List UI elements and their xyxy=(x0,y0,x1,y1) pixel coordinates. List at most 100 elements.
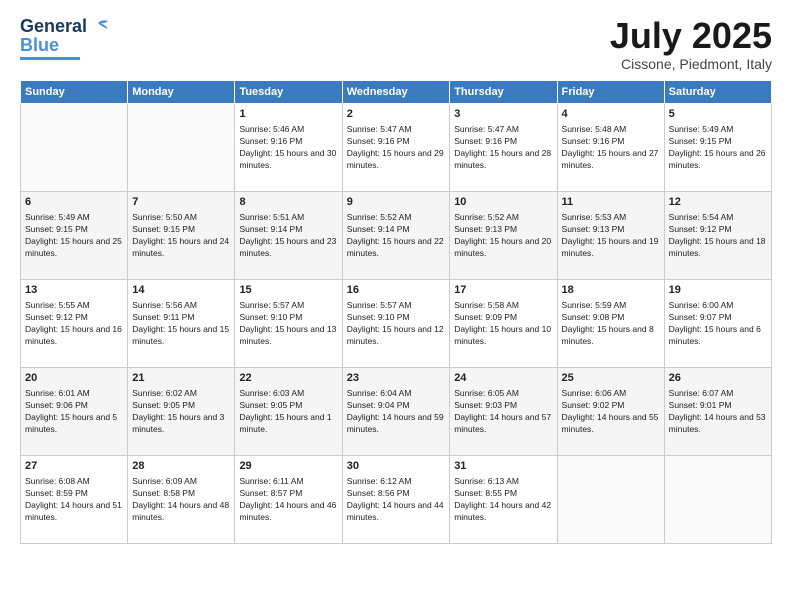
day-number: 7 xyxy=(132,195,230,210)
sunset-text: Sunset: 9:12 PM xyxy=(25,312,123,324)
calendar-cell xyxy=(21,103,128,191)
sunrise-text: Sunrise: 5:46 AM xyxy=(239,124,337,136)
day-number: 15 xyxy=(239,283,337,298)
day-number: 11 xyxy=(562,195,660,210)
calendar-cell: 17Sunrise: 5:58 AMSunset: 9:09 PMDayligh… xyxy=(450,279,557,367)
calendar-cell xyxy=(557,455,664,543)
daylight-text: Daylight: 15 hours and 18 minutes. xyxy=(669,236,767,260)
calendar-cell: 21Sunrise: 6:02 AMSunset: 9:05 PMDayligh… xyxy=(128,367,235,455)
daylight-text: Daylight: 14 hours and 42 minutes. xyxy=(454,500,552,524)
day-number: 18 xyxy=(562,283,660,298)
sunrise-text: Sunrise: 5:47 AM xyxy=(347,124,445,136)
header-saturday: Saturday xyxy=(664,80,771,103)
sunset-text: Sunset: 8:57 PM xyxy=(239,488,337,500)
sunrise-text: Sunrise: 5:47 AM xyxy=(454,124,552,136)
day-number: 2 xyxy=(347,107,445,122)
header-monday: Monday xyxy=(128,80,235,103)
calendar-cell: 24Sunrise: 6:05 AMSunset: 9:03 PMDayligh… xyxy=(450,367,557,455)
header: General Blue July 2025 Cissone, Piedmont… xyxy=(20,16,772,72)
daylight-text: Daylight: 15 hours and 5 minutes. xyxy=(25,412,123,436)
daylight-text: Daylight: 15 hours and 3 minutes. xyxy=(132,412,230,436)
daylight-text: Daylight: 15 hours and 8 minutes. xyxy=(562,324,660,348)
day-number: 24 xyxy=(454,371,552,386)
calendar-cell: 19Sunrise: 6:00 AMSunset: 9:07 PMDayligh… xyxy=(664,279,771,367)
sunset-text: Sunset: 8:56 PM xyxy=(347,488,445,500)
daylight-text: Daylight: 15 hours and 12 minutes. xyxy=(347,324,445,348)
day-number: 21 xyxy=(132,371,230,386)
calendar-cell: 11Sunrise: 5:53 AMSunset: 9:13 PMDayligh… xyxy=(557,191,664,279)
sunrise-text: Sunrise: 6:01 AM xyxy=(25,388,123,400)
sunset-text: Sunset: 9:13 PM xyxy=(454,224,552,236)
daylight-text: Daylight: 15 hours and 16 minutes. xyxy=(25,324,123,348)
day-number: 31 xyxy=(454,459,552,474)
sunset-text: Sunset: 9:10 PM xyxy=(347,312,445,324)
day-number: 19 xyxy=(669,283,767,298)
sunset-text: Sunset: 9:14 PM xyxy=(239,224,337,236)
daylight-text: Daylight: 14 hours and 46 minutes. xyxy=(239,500,337,524)
sunrise-text: Sunrise: 5:57 AM xyxy=(239,300,337,312)
calendar-cell: 22Sunrise: 6:03 AMSunset: 9:05 PMDayligh… xyxy=(235,367,342,455)
sunrise-text: Sunrise: 5:52 AM xyxy=(347,212,445,224)
day-number: 30 xyxy=(347,459,445,474)
sunset-text: Sunset: 9:12 PM xyxy=(669,224,767,236)
daylight-text: Daylight: 15 hours and 22 minutes. xyxy=(347,236,445,260)
calendar-cell: 8Sunrise: 5:51 AMSunset: 9:14 PMDaylight… xyxy=(235,191,342,279)
calendar-cell: 15Sunrise: 5:57 AMSunset: 9:10 PMDayligh… xyxy=(235,279,342,367)
logo: General Blue xyxy=(20,16,111,60)
sunrise-text: Sunrise: 5:53 AM xyxy=(562,212,660,224)
calendar-cell: 10Sunrise: 5:52 AMSunset: 9:13 PMDayligh… xyxy=(450,191,557,279)
calendar-cell: 14Sunrise: 5:56 AMSunset: 9:11 PMDayligh… xyxy=(128,279,235,367)
daylight-text: Daylight: 15 hours and 26 minutes. xyxy=(669,148,767,172)
calendar-cell xyxy=(128,103,235,191)
header-sunday: Sunday xyxy=(21,80,128,103)
daylight-text: Daylight: 15 hours and 30 minutes. xyxy=(239,148,337,172)
daylight-text: Daylight: 15 hours and 24 minutes. xyxy=(132,236,230,260)
sunrise-text: Sunrise: 5:49 AM xyxy=(669,124,767,136)
daylight-text: Daylight: 14 hours and 51 minutes. xyxy=(25,500,123,524)
daylight-text: Daylight: 15 hours and 29 minutes. xyxy=(347,148,445,172)
day-number: 9 xyxy=(347,195,445,210)
calendar-cell: 9Sunrise: 5:52 AMSunset: 9:14 PMDaylight… xyxy=(342,191,449,279)
sunrise-text: Sunrise: 6:13 AM xyxy=(454,476,552,488)
day-number: 27 xyxy=(25,459,123,474)
calendar-page: General Blue July 2025 Cissone, Piedmont… xyxy=(0,0,792,612)
daylight-text: Daylight: 15 hours and 19 minutes. xyxy=(562,236,660,260)
logo-underline xyxy=(20,57,80,60)
sunset-text: Sunset: 9:16 PM xyxy=(454,136,552,148)
sunrise-text: Sunrise: 5:49 AM xyxy=(25,212,123,224)
calendar-cell: 27Sunrise: 6:08 AMSunset: 8:59 PMDayligh… xyxy=(21,455,128,543)
calendar-cell xyxy=(664,455,771,543)
sunrise-text: Sunrise: 5:57 AM xyxy=(347,300,445,312)
sunrise-text: Sunrise: 6:12 AM xyxy=(347,476,445,488)
logo-general: General xyxy=(20,16,87,37)
day-number: 29 xyxy=(239,459,337,474)
calendar-cell: 20Sunrise: 6:01 AMSunset: 9:06 PMDayligh… xyxy=(21,367,128,455)
daylight-text: Daylight: 14 hours and 55 minutes. xyxy=(562,412,660,436)
week-row-4: 20Sunrise: 6:01 AMSunset: 9:06 PMDayligh… xyxy=(21,367,772,455)
day-number: 3 xyxy=(454,107,552,122)
daylight-text: Daylight: 14 hours and 53 minutes. xyxy=(669,412,767,436)
day-number: 22 xyxy=(239,371,337,386)
sunrise-text: Sunrise: 5:48 AM xyxy=(562,124,660,136)
calendar-cell: 4Sunrise: 5:48 AMSunset: 9:16 PMDaylight… xyxy=(557,103,664,191)
sunrise-text: Sunrise: 5:58 AM xyxy=(454,300,552,312)
sunrise-text: Sunrise: 5:56 AM xyxy=(132,300,230,312)
week-row-2: 6Sunrise: 5:49 AMSunset: 9:15 PMDaylight… xyxy=(21,191,772,279)
daylight-text: Daylight: 15 hours and 28 minutes. xyxy=(454,148,552,172)
day-number: 23 xyxy=(347,371,445,386)
sunset-text: Sunset: 9:07 PM xyxy=(669,312,767,324)
header-friday: Friday xyxy=(557,80,664,103)
daylight-text: Daylight: 14 hours and 59 minutes. xyxy=(347,412,445,436)
sunrise-text: Sunrise: 6:09 AM xyxy=(132,476,230,488)
sunrise-text: Sunrise: 5:55 AM xyxy=(25,300,123,312)
calendar-cell: 25Sunrise: 6:06 AMSunset: 9:02 PMDayligh… xyxy=(557,367,664,455)
daylight-text: Daylight: 15 hours and 20 minutes. xyxy=(454,236,552,260)
daylight-text: Daylight: 15 hours and 13 minutes. xyxy=(239,324,337,348)
sunset-text: Sunset: 9:09 PM xyxy=(454,312,552,324)
day-number: 13 xyxy=(25,283,123,298)
week-row-1: 1Sunrise: 5:46 AMSunset: 9:16 PMDaylight… xyxy=(21,103,772,191)
daylight-text: Daylight: 14 hours and 48 minutes. xyxy=(132,500,230,524)
sunrise-text: Sunrise: 6:07 AM xyxy=(669,388,767,400)
day-number: 8 xyxy=(239,195,337,210)
month-title: July 2025 xyxy=(610,16,772,56)
